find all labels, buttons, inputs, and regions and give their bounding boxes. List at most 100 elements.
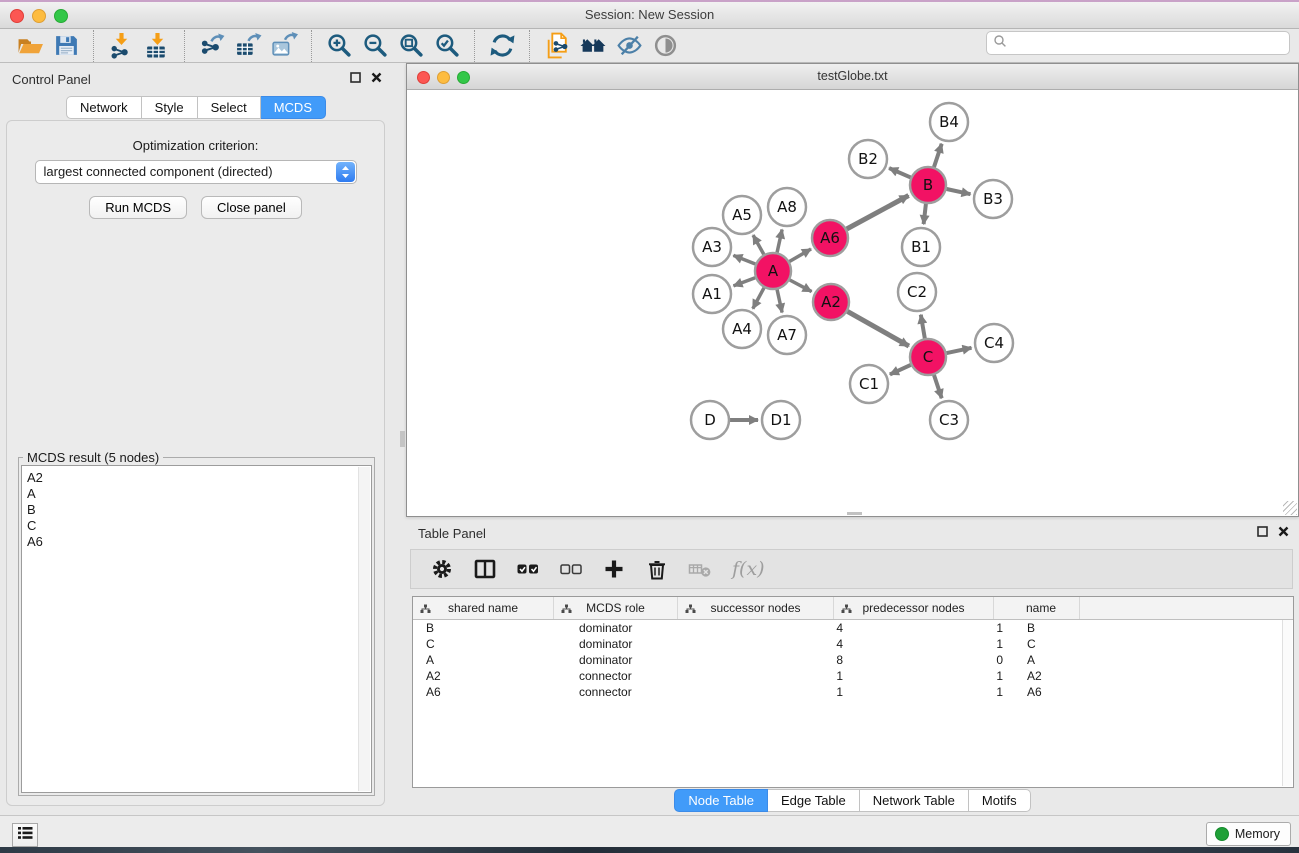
table-row[interactable]: Bdominator41B <box>413 620 1293 636</box>
edge-B-B3[interactable] <box>947 189 971 194</box>
table-scrollbar[interactable] <box>1282 620 1292 786</box>
select-all-checkboxes-icon[interactable] <box>513 554 543 584</box>
show-eye-icon[interactable] <box>647 31 683 61</box>
float-table-panel-icon[interactable] <box>1257 526 1268 537</box>
table-tab-bar: Node TableEdge TableNetwork TableMotifs <box>406 789 1299 812</box>
tab-network[interactable]: Network <box>66 96 142 119</box>
run-mcds-button[interactable]: Run MCDS <box>89 196 187 219</box>
edge-A-A6[interactable] <box>789 249 811 262</box>
mcds-result-item[interactable]: A <box>27 486 371 502</box>
refresh-layout-icon[interactable] <box>484 31 520 61</box>
search-input[interactable] <box>1007 35 1289 51</box>
mcds-result-list[interactable]: A2ABCA6 <box>21 465 372 793</box>
import-table-icon[interactable] <box>139 31 175 61</box>
tab-mcds[interactable]: MCDS <box>261 96 326 119</box>
column-header-name[interactable]: name <box>994 597 1080 619</box>
zoom-fit-icon[interactable] <box>393 31 429 61</box>
split-columns-icon[interactable] <box>470 554 500 584</box>
column-header-shared-name[interactable]: shared name <box>413 597 554 619</box>
home-networks-icon[interactable] <box>575 31 611 61</box>
toolbar-separator <box>311 30 312 62</box>
float-panel-icon[interactable] <box>350 72 361 83</box>
edge-A-A8[interactable] <box>777 230 782 253</box>
desktop-vscroll-thumb[interactable] <box>400 431 405 447</box>
network-resize-grip[interactable] <box>1283 501 1297 515</box>
search-icon <box>993 34 1007 53</box>
edge-A6-B[interactable] <box>847 196 909 230</box>
table-row[interactable]: A6connector11A6 <box>413 684 1293 700</box>
edge-A-A5[interactable] <box>753 235 764 254</box>
node-label-B3: B3 <box>983 190 1003 208</box>
edge-A-A2[interactable] <box>790 280 812 292</box>
node-label-C1: C1 <box>859 375 879 393</box>
table-row[interactable]: A2connector11A2 <box>413 668 1293 684</box>
column-header-mcds-role[interactable]: MCDS role <box>554 597 678 619</box>
edge-A-A7[interactable] <box>777 290 782 313</box>
column-header-successor-nodes[interactable]: successor nodes <box>678 597 834 619</box>
zoom-out-icon[interactable] <box>357 31 393 61</box>
node-label-C: C <box>923 348 933 366</box>
delete-table-icon <box>685 554 715 584</box>
edge-A-A3[interactable] <box>733 255 755 264</box>
mcds-result-title: MCDS result (5 nodes) <box>23 450 163 465</box>
edge-C-C1[interactable] <box>890 365 911 375</box>
close-panel-button[interactable]: Close panel <box>201 196 302 219</box>
toggle-graphics-details-icon[interactable] <box>611 31 647 61</box>
mcds-result-item[interactable]: A6 <box>27 534 371 550</box>
task-history-button[interactable] <box>12 823 38 847</box>
edge-C-C3[interactable] <box>934 375 942 398</box>
cell-name: A <box>1018 652 1104 668</box>
tab-select[interactable]: Select <box>198 96 261 119</box>
search-field[interactable] <box>986 31 1290 55</box>
table-tab-network-table[interactable]: Network Table <box>860 789 969 812</box>
cell-shared-name: C <box>413 636 566 652</box>
tab-style[interactable]: Style <box>142 96 198 119</box>
zoom-in-icon[interactable] <box>321 31 357 61</box>
edge-A-A1[interactable] <box>734 278 756 286</box>
cell-successor-nodes: 4 <box>702 620 858 636</box>
delete-columns-icon[interactable] <box>642 554 672 584</box>
save-session-icon[interactable] <box>48 31 84 61</box>
network-canvas[interactable]: B4B2BB3A5A8A6B1A3AC2A1A2A4A7C4CC1C3DD1 <box>407 90 1298 516</box>
optimization-criterion-dropdown[interactable]: largest connected component (directed) <box>35 160 357 184</box>
memory-button[interactable]: Memory <box>1206 822 1291 846</box>
open-file-icon[interactable] <box>12 31 48 61</box>
add-column-icon[interactable] <box>599 554 629 584</box>
result-list-scrollbar[interactable] <box>358 467 370 791</box>
toolbar-separator <box>184 30 185 62</box>
export-table-icon[interactable] <box>230 31 266 61</box>
network-window-titlebar[interactable]: testGlobe.txt <box>407 64 1298 90</box>
node-label-A4: A4 <box>732 320 752 338</box>
network-hscroll-thumb[interactable] <box>847 512 862 515</box>
cell-name: C <box>1018 636 1104 652</box>
export-network-icon[interactable] <box>194 31 230 61</box>
close-table-panel-icon[interactable] <box>1278 526 1289 537</box>
cell-successor-nodes: 4 <box>702 636 858 652</box>
table-tab-motifs[interactable]: Motifs <box>969 789 1031 812</box>
table-row[interactable]: Cdominator41C <box>413 636 1293 652</box>
deselect-all-checkboxes-icon[interactable] <box>556 554 586 584</box>
edge-A-A4[interactable] <box>753 288 764 309</box>
table-tab-node-table[interactable]: Node Table <box>674 789 768 812</box>
mcds-result-item[interactable]: B <box>27 502 371 518</box>
column-header-predecessor-nodes[interactable]: predecessor nodes <box>834 597 994 619</box>
edge-A2-C[interactable] <box>848 311 909 346</box>
edge-C-C4[interactable] <box>947 348 972 353</box>
control-panel: Control Panel NetworkStyleSelectMCDS Opt… <box>0 63 392 815</box>
export-image-icon[interactable] <box>266 31 302 61</box>
zoom-selected-icon[interactable] <box>429 31 465 61</box>
mcds-result-item[interactable]: C <box>27 518 371 534</box>
network-view-window: testGlobe.txt B4B2BB3A5A8A6B1A3AC2A1A2A4… <box>406 63 1299 517</box>
edge-B-B4[interactable] <box>934 144 942 167</box>
edge-B-B2[interactable] <box>889 168 911 177</box>
import-network-icon[interactable] <box>103 31 139 61</box>
table-tab-edge-table[interactable]: Edge Table <box>768 789 860 812</box>
table-settings-icon[interactable] <box>427 554 457 584</box>
duplicate-network-icon[interactable] <box>539 31 575 61</box>
edge-B-B1[interactable] <box>924 204 926 224</box>
node-label-C2: C2 <box>907 283 927 301</box>
mcds-result-item[interactable]: A2 <box>27 470 371 486</box>
table-row[interactable]: Adominator80A <box>413 652 1293 668</box>
close-panel-icon[interactable] <box>371 72 382 83</box>
edge-C-C2[interactable] <box>921 315 925 339</box>
